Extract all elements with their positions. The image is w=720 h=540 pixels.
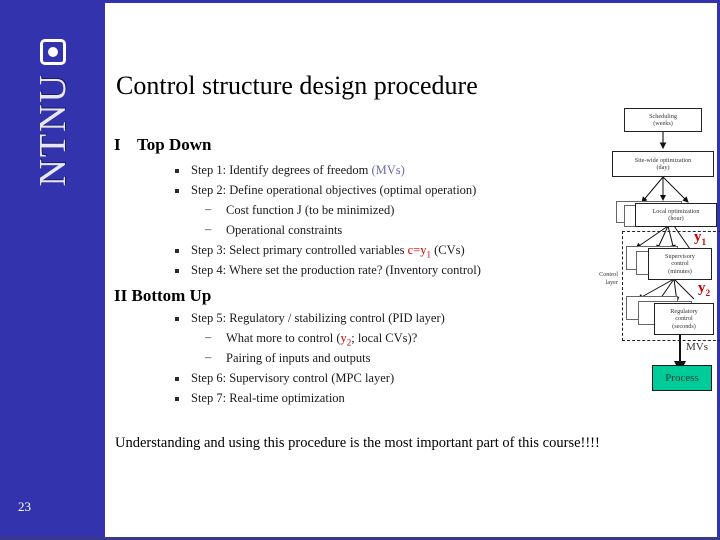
- control-layer-label-line1: Control: [599, 271, 618, 278]
- bullet-text: Operational constraints: [226, 223, 343, 237]
- mvs-annotation: MVs: [686, 341, 709, 353]
- bullet-text: Step 6: Supervisory control (MPC layer): [191, 371, 395, 385]
- page-title: Control structure design procedure: [116, 71, 478, 100]
- ntnu-logo: NTNU: [0, 31, 105, 231]
- bullet-item: Step 6: Supervisory control (MPC layer): [165, 369, 445, 389]
- section-numeral-1: I: [114, 135, 121, 154]
- bullet-text: Step 4: Where set the production rate? (…: [191, 263, 481, 277]
- control-hierarchy-diagram: Control layer Scheduling (weeks) Site-wi…: [599, 103, 720, 403]
- bullet-text: Step 3: Select primary controlled variab…: [191, 243, 408, 257]
- bullet-item: Step 7: Real-time optimization: [165, 389, 445, 409]
- section-heading-bottom-up: II Bottom Up: [114, 286, 211, 306]
- bullet-highlight: y2: [340, 331, 352, 348]
- diagram-box-sitewide-time: (day): [656, 164, 670, 171]
- bullet-text: Pairing of inputs and outputs: [226, 351, 371, 365]
- diagram-box-supervisory-name2: control: [671, 260, 689, 268]
- diagram-box-supervisory-control: Supervisory control (minutes): [648, 248, 712, 280]
- diagram-box-regulatory-control: Regulatory control (seconds): [654, 303, 714, 335]
- bullet-item: Step 2: Define operational objectives (o…: [165, 181, 481, 201]
- diagram-box-supervisory-time: (minutes): [668, 267, 692, 275]
- ntnu-logo-text: NTNU: [31, 73, 74, 187]
- diagram-box-local-optimization-time: (hour): [668, 215, 684, 222]
- bullet-text: Step 2: Define operational objectives (o…: [191, 183, 477, 197]
- bullet-text: Step 1: Identify degrees of freedom: [191, 163, 372, 177]
- bullet-item: Step 4: Where set the production rate? (…: [165, 261, 481, 281]
- bullet-text: Step 5: Regulatory / stabilizing control…: [191, 311, 445, 325]
- slide-content: Control structure design procedure I Top …: [105, 3, 720, 537]
- section-heading-top-down: I Top Down: [114, 135, 212, 155]
- diagram-box-scheduling-time: (weeks): [653, 120, 673, 127]
- bullet-item: Step 5: Regulatory / stabilizing control…: [165, 309, 445, 329]
- brand-sidebar: NTNU 23: [0, 3, 105, 537]
- control-layer-label: Control layer: [568, 271, 618, 287]
- diagram-box-regulatory-name2: control: [675, 315, 693, 323]
- diagram-box-local-optimization-name: Local optimization: [652, 207, 700, 215]
- bullet-highlight: c=y1: [407, 243, 431, 260]
- closing-statement: Understanding and using this procedure i…: [115, 435, 600, 451]
- y2-symbol: y: [698, 280, 706, 296]
- diagram-box-scheduling: Scheduling (weeks): [624, 108, 702, 132]
- y2-subscript: 2: [705, 289, 711, 299]
- bullet-text: Cost function J (to be minimized): [226, 203, 395, 217]
- process-box: Process: [652, 365, 712, 391]
- bullet-item: Step 1: Identify degrees of freedom (MVs…: [165, 161, 481, 181]
- bullet-item: Cost function J (to be minimized): [165, 200, 481, 221]
- bullet-text: What more to control (: [226, 331, 341, 345]
- y1-subscript: 1: [701, 238, 707, 248]
- bullet-item: Operational constraints: [165, 220, 481, 241]
- diagram-box-regulatory-name: Regulatory: [670, 307, 698, 315]
- section-title-1: Top Down: [137, 135, 212, 154]
- section-title-2: Bottom Up: [131, 286, 212, 305]
- diagram-box-supervisory-name: Supervisory: [665, 252, 695, 260]
- bullet-highlight: (MVs): [371, 163, 405, 177]
- section-numeral-2: II: [114, 286, 128, 305]
- bullet-list-top-down: Step 1: Identify degrees of freedom (MVs…: [165, 161, 481, 281]
- diagram-box-local-optimization: Local optimization (hour): [635, 203, 717, 227]
- presentation-slide: NTNU 23 Control structure design procedu…: [0, 0, 720, 540]
- bullet-list-bottom-up: Step 5: Regulatory / stabilizing control…: [165, 309, 445, 409]
- page-number: 23: [18, 499, 31, 514]
- diagram-box-sitewide-name: Site-wide optimization: [634, 156, 692, 164]
- y2-annotation: y2: [698, 280, 710, 299]
- control-layer-label-line2: layer: [605, 278, 618, 286]
- diagram-box-sitewide: Site-wide optimization (day): [612, 151, 714, 177]
- bullet-item: Pairing of inputs and outputs: [165, 348, 445, 369]
- bullet-item: What more to control (y2; local CVs)?: [165, 328, 445, 349]
- diagram-box-scheduling-name: Scheduling: [649, 112, 677, 120]
- bullet-text: Step 7: Real-time optimization: [191, 391, 345, 405]
- y1-symbol: y: [694, 229, 702, 245]
- bullet-text-tail: ; local CVs)?: [351, 331, 418, 345]
- diagram-box-regulatory-time: (seconds): [672, 322, 696, 330]
- ntnu-logo-icon: [39, 39, 66, 65]
- bullet-item: Step 3: Select primary controlled variab…: [165, 241, 481, 261]
- y1-annotation: y1: [694, 229, 706, 248]
- bullet-text-tail: (CVs): [430, 243, 465, 257]
